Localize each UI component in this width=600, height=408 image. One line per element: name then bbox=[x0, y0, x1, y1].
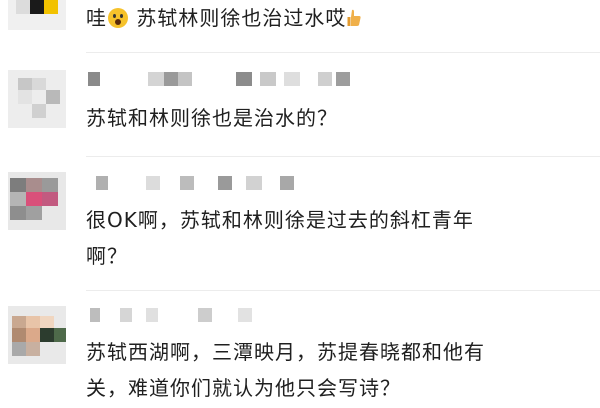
thumbs-up-icon bbox=[347, 2, 361, 26]
avatar[interactable] bbox=[8, 0, 66, 30]
comment-text-part: 哇 bbox=[86, 6, 107, 30]
avatar[interactable] bbox=[8, 306, 66, 364]
comment-text-line: 很OK啊，苏轼和林则徐是过去的斜杠青年 bbox=[86, 208, 474, 232]
comment-text: 苏轼和林则徐也是治水的？ bbox=[86, 106, 338, 130]
divider bbox=[86, 290, 600, 291]
avatar[interactable] bbox=[8, 172, 66, 230]
comment-text: 苏轼西湖啊，三潭映月，苏提春晓都和他有 关，难道你们就认为他只会写诗？ bbox=[86, 334, 586, 406]
comment-text: 很OK啊，苏轼和林则徐是过去的斜杠青年 啊？ bbox=[86, 202, 586, 274]
comment-text: 哇 苏轼林则徐也治过水哎 bbox=[86, 0, 586, 36]
comment-text-line: 啊？ bbox=[86, 244, 128, 268]
divider bbox=[86, 52, 600, 53]
comment-text-line: 关，难道你们就认为他只会写诗？ bbox=[86, 376, 401, 400]
avatar[interactable] bbox=[8, 70, 66, 128]
divider bbox=[86, 156, 600, 157]
astonished-face-emoji-icon bbox=[108, 8, 128, 28]
comment-text-line: 苏轼西湖啊，三潭映月，苏提春晓都和他有 bbox=[86, 340, 485, 364]
comment-text-part: 苏轼林则徐也治过水哎 bbox=[136, 6, 347, 30]
